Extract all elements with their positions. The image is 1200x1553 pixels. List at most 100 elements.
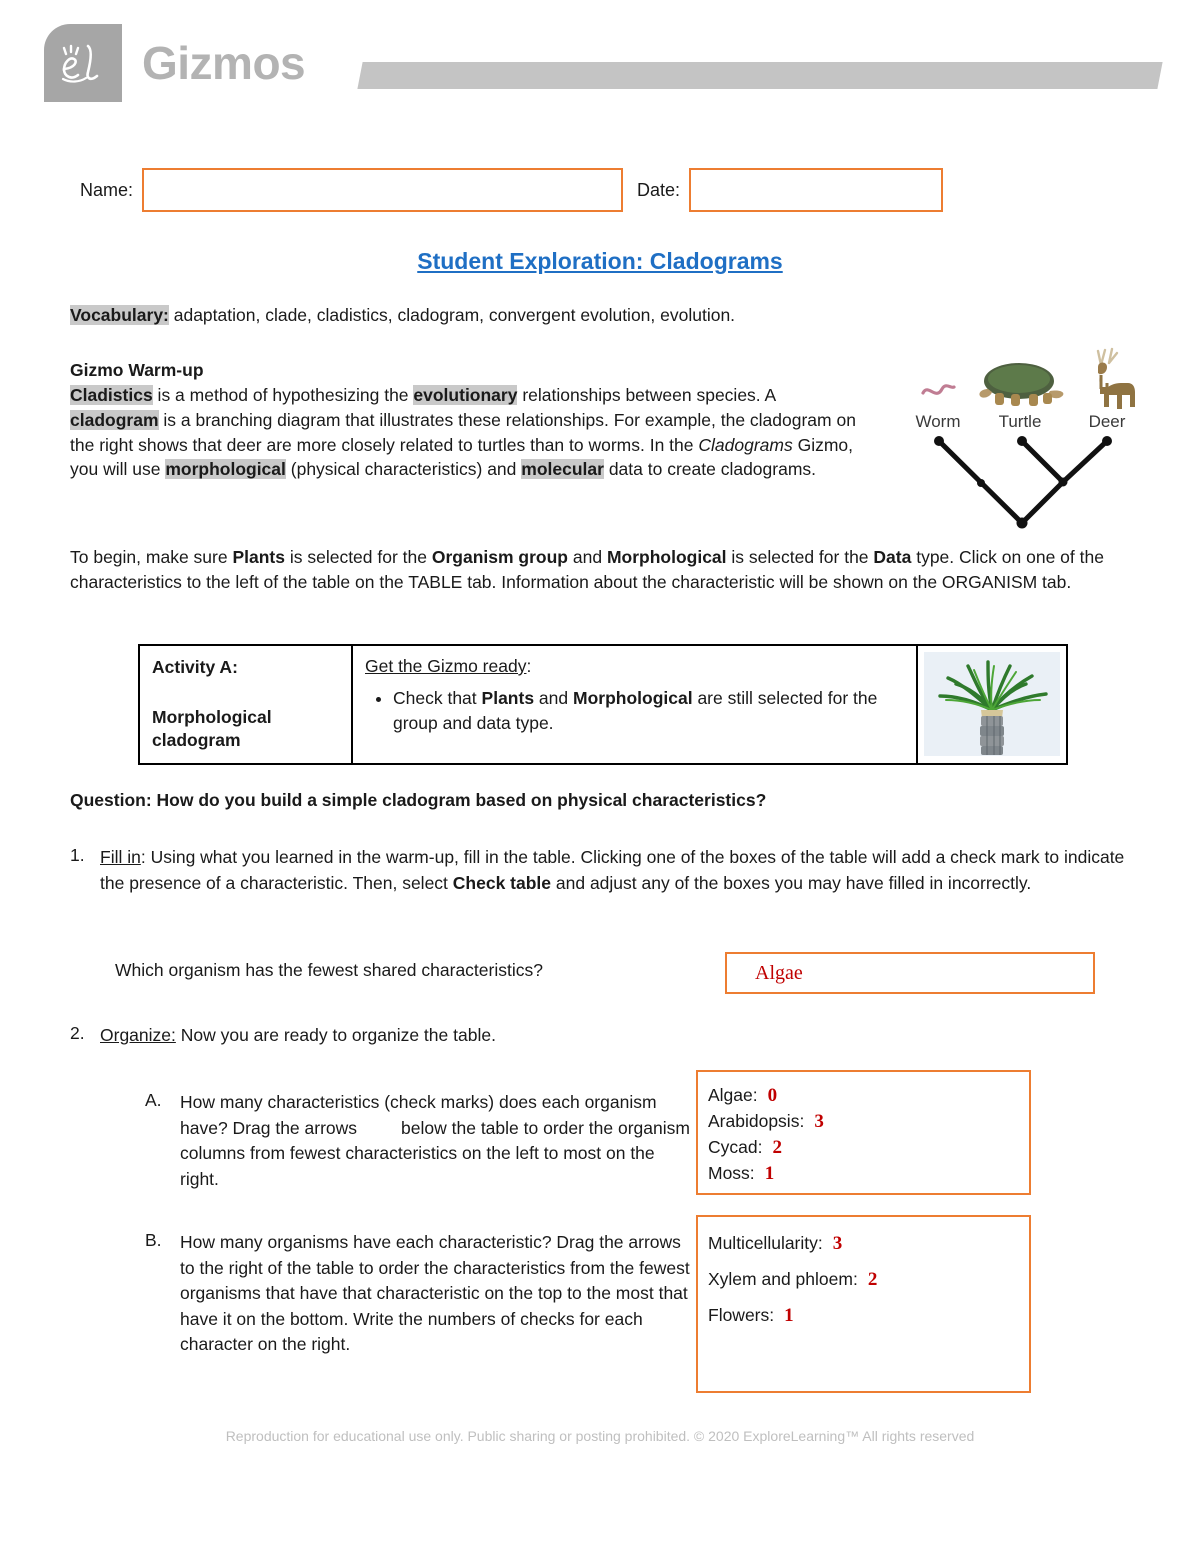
answer-row: Moss: 1 — [708, 1163, 1029, 1185]
answer-label: Arabidopsis: — [708, 1111, 805, 1131]
activity-bullet-item: Check that Plants and Morphological are … — [393, 686, 904, 736]
vocabulary-terms: adaptation, clade, cladistics, cladogram… — [168, 305, 736, 325]
bold-data: Data — [873, 547, 912, 567]
page-title: Student Exploration: Cladograms — [417, 248, 783, 274]
activity-a-table: Activity A: Morphological cladogram Get … — [138, 644, 1068, 765]
answer-label: Moss: — [708, 1163, 755, 1183]
name-input[interactable] — [142, 168, 624, 212]
sub-item-b: B. How many organisms have each characte… — [145, 1230, 690, 1358]
item-1-number: 1. — [70, 845, 85, 865]
bold-organism-group: Organism group — [431, 547, 568, 567]
answer-value: 1 — [764, 1163, 775, 1184]
sub-b-body: How many organisms have each characteris… — [180, 1232, 690, 1355]
label-deer: Deer — [1089, 412, 1126, 431]
answer-row: Algae: 0 — [708, 1085, 1029, 1107]
vocabulary-label: Vocabulary: — [70, 305, 169, 325]
tobegin-text-1: To begin, make sure — [70, 547, 233, 567]
page-header: Gizmos — [0, 0, 1200, 125]
bullet-bold-plants: Plants — [481, 688, 535, 708]
list-item: 1. Fill in: Using what you learned in th… — [70, 845, 1135, 896]
cycad-plant-image — [924, 652, 1060, 757]
answer-label: Xylem and phloem: — [708, 1269, 858, 1289]
sub-a-letter: A. — [145, 1090, 162, 1110]
date-input[interactable] — [689, 168, 944, 212]
sub-a-answer-box[interactable]: Algae: 0 Arabidopsis: 3 Cycad: 2 Moss: 1 — [696, 1070, 1031, 1195]
answer-row: Flowers: 1 — [708, 1305, 1029, 1327]
to-begin-paragraph: To begin, make sure Plants is selected f… — [70, 545, 1130, 595]
activity-subtitle: Morphological cladogram — [152, 706, 272, 751]
cladogram-branches — [936, 438, 1110, 526]
worm-icon — [921, 384, 956, 395]
ready-colon: : — [526, 656, 532, 676]
activity-instructions-cell: Get the Gizmo ready: Check that Plants a… — [353, 646, 918, 763]
term-cladogram: cladogram — [70, 409, 159, 430]
fewest-characteristics-answer-box[interactable]: Algae — [725, 952, 1095, 994]
warmup-text-2: relationships between species. A — [517, 384, 776, 405]
answer-label: Algae: — [708, 1085, 758, 1105]
vocabulary-line: Vocabulary: adaptation, clade, cladistic… — [70, 303, 1130, 328]
tobegin-text-2: is selected for the — [284, 547, 432, 567]
cycad-trunk — [980, 716, 1004, 756]
warmup-text-5: (physical characteristics) and — [285, 459, 522, 480]
answer-row: Xylem and phloem: 2 — [708, 1269, 1029, 1291]
bold-plants: Plants — [232, 547, 285, 567]
get-gizmo-ready-line: Get the Gizmo ready: — [365, 656, 904, 677]
cladogram-svg: Worm Turtle Deer — [915, 347, 1135, 529]
warmup-heading: Gizmo Warm-up — [70, 360, 204, 380]
bullet-text-1: Check that — [393, 688, 482, 708]
answer-value: 2 — [772, 1137, 782, 1158]
item-2-number: 2. — [70, 1023, 85, 1043]
bold-check-table: Check table — [452, 872, 552, 893]
name-label: Name: — [80, 179, 134, 200]
term-cladograms-italic: Cladograms — [698, 434, 793, 455]
gizmo-warmup-section: Gizmo Warm-up Cladistics is a method of … — [70, 358, 860, 482]
answer-row: Multicellularity: 3 — [708, 1233, 1029, 1255]
answer-value: 2 — [867, 1269, 878, 1290]
warmup-text-6: data to create cladograms. — [603, 459, 817, 480]
term-cladistics: Cladistics — [70, 384, 153, 405]
cladogram-example-figure: Worm Turtle Deer — [895, 345, 1150, 535]
label-turtle: Turtle — [999, 412, 1042, 431]
warmup-text-1: is a method of hypothesizing the — [152, 384, 414, 405]
answer-label: Flowers: — [708, 1305, 775, 1325]
activity-image-cell — [918, 646, 1066, 763]
answer-row: Arabidopsis: 3 — [708, 1111, 1029, 1133]
warmup-paragraph: Cladistics is a method of hypothesizing … — [70, 383, 860, 482]
item-1-body: Fill in: Using what you learned in the w… — [100, 845, 1135, 896]
answer-value: 3 — [832, 1233, 843, 1254]
sub-b-letter: B. — [145, 1230, 162, 1250]
sub-a-body: How many characteristics (check marks) d… — [180, 1090, 690, 1192]
term-morphological: morphological — [165, 459, 286, 480]
bold-morphological: Morphological — [606, 547, 727, 567]
term-evolutionary: evolutionary — [413, 384, 518, 405]
header-accent-bar — [357, 62, 1163, 89]
label-worm: Worm — [915, 412, 960, 431]
page-footer: Reproduction for educational use only. P… — [225, 1428, 975, 1444]
sub-b-answer-box[interactable]: Multicellularity: 3 Xylem and phloem: 2 Fl… — [696, 1215, 1031, 1393]
answer-label: Cycad: — [708, 1137, 763, 1157]
tobegin-text-3: and — [568, 547, 607, 567]
answer-row: Cycad: 2 — [708, 1137, 1029, 1159]
answer-value: 1 — [784, 1305, 794, 1326]
item-1-text-2: and adjust any of the boxes you may have… — [551, 872, 1032, 893]
get-gizmo-ready-label: Get the Gizmo ready — [365, 656, 527, 676]
cladogram-nodes — [934, 436, 1112, 529]
answer-algae: Algae — [755, 961, 803, 984]
list-item: 2. Organize: Now you are ready to organi… — [70, 1023, 770, 1049]
item-1-lead: Fill in — [100, 847, 141, 867]
answer-label: Multicellularity: — [708, 1233, 823, 1253]
fewest-characteristics-prompt: Which organism has the fewest shared cha… — [115, 960, 543, 980]
answer-value: 0 — [767, 1085, 778, 1106]
el-monogram-icon — [44, 24, 122, 102]
answer-value: 3 — [814, 1111, 824, 1132]
sub-item-a: A. How many characteristics (check marks… — [145, 1090, 690, 1192]
activity-title-cell: Activity A: Morphological cladogram — [140, 646, 353, 763]
term-molecular: molecular — [521, 459, 604, 480]
bullet-text-2: and — [534, 688, 573, 708]
deer-icon — [1096, 347, 1135, 409]
bullet-bold-morphological: Morphological — [573, 688, 693, 708]
name-date-row: Name: Date: — [80, 166, 1120, 214]
item-2-body: Organize: Now you are ready to organize … — [100, 1023, 770, 1049]
brand-wordmark: Gizmos — [142, 37, 306, 89]
activity-label: Activity A: — [152, 657, 238, 677]
